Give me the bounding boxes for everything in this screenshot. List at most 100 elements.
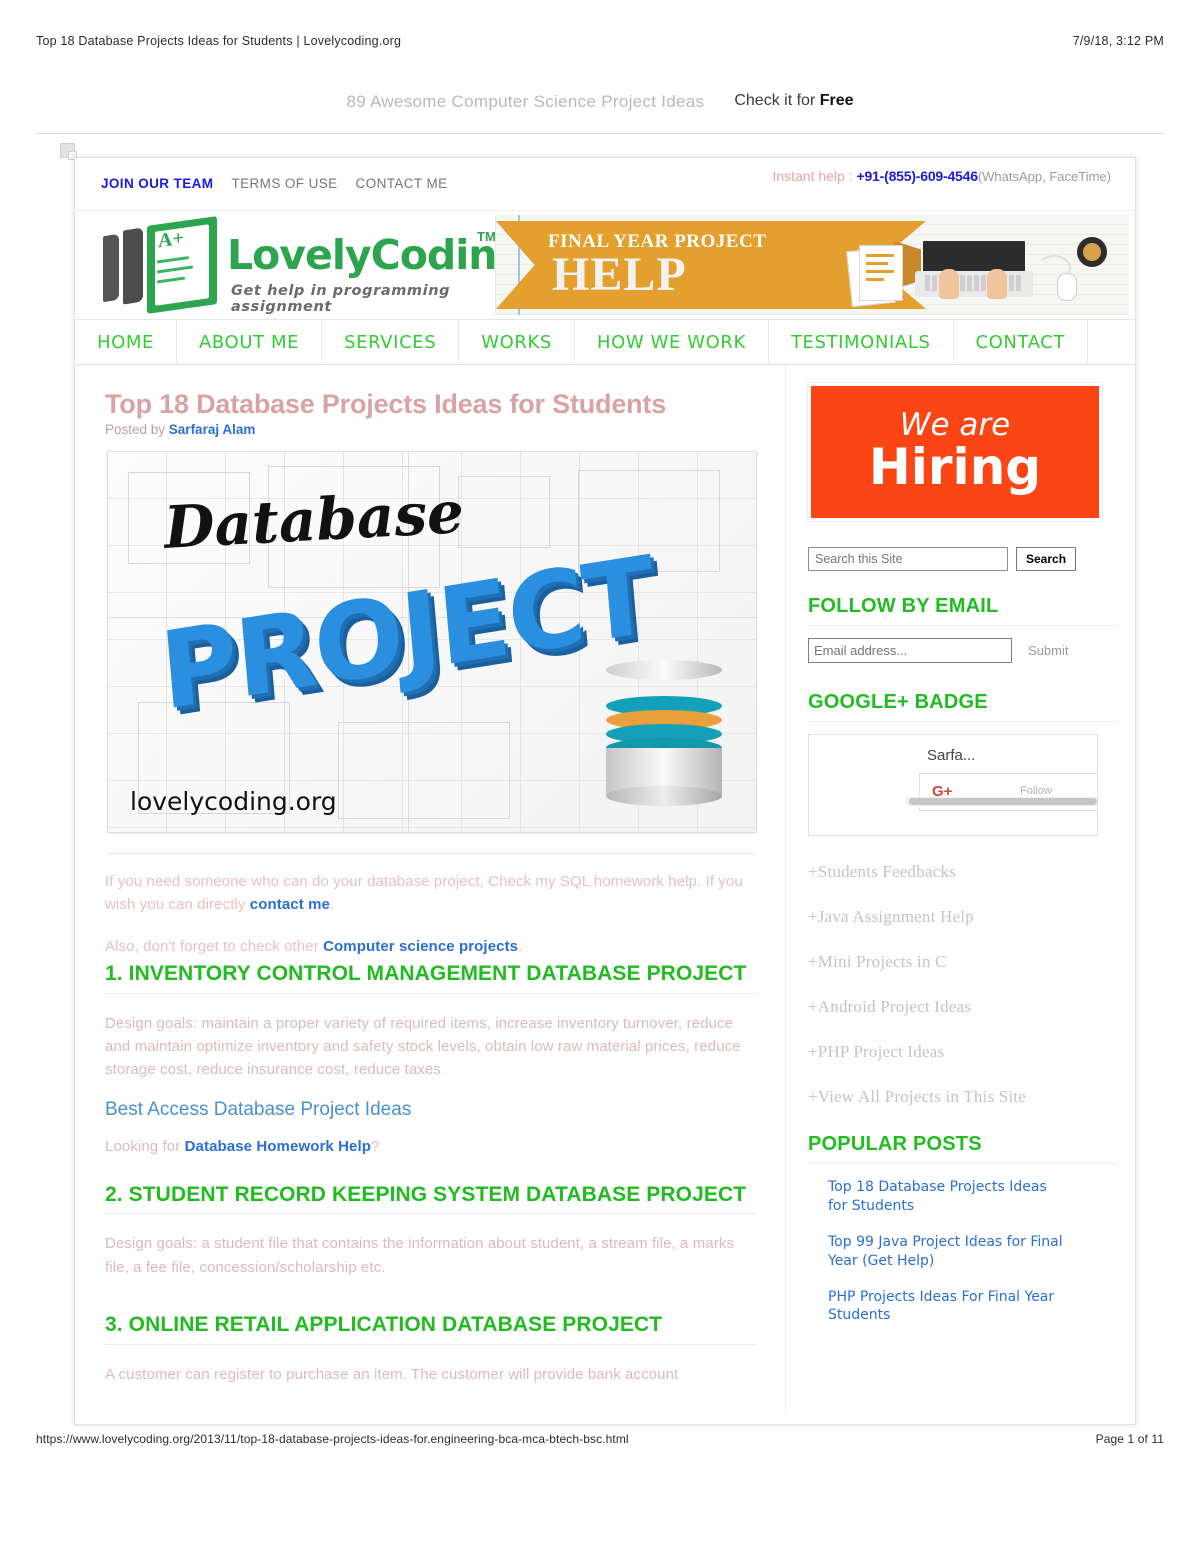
nav-spacer — [1088, 320, 1135, 364]
google-plus-badge-widget[interactable]: Sarfa... G+ Follow — [808, 734, 1098, 836]
section-body-3: A customer can register to purchase an i… — [105, 1365, 679, 1383]
category-link-view-all-projects[interactable]: +View All Projects in This Site — [808, 1087, 1117, 1107]
promo-cta-prefix: Check it for — [734, 92, 820, 109]
promo-divider — [36, 133, 1164, 134]
hiring-line-1: We are — [899, 407, 1011, 444]
database-cylinder-icon — [606, 660, 722, 810]
documents-icon — [846, 243, 907, 308]
promo-strip: 89 Awesome Computer Science Project Idea… — [0, 92, 1200, 132]
byline-label: Posted by — [105, 422, 169, 437]
google-plus-follow-button[interactable]: Follow — [1020, 785, 1052, 797]
section-body-2: Design goals: a student file that contai… — [105, 1235, 735, 1276]
utility-link-join-our-team[interactable]: JOIN OUR TEAM — [101, 176, 213, 191]
popular-posts-title: POPULAR POSTS — [808, 1133, 1117, 1164]
google-plus-badge-title: GOOGLE+ BADGE — [808, 691, 1117, 722]
instant-help-number[interactable]: +91-(855)-609-4546 — [857, 168, 979, 184]
category-link-students-feedbacks[interactable]: +Students Feedbacks — [808, 862, 1117, 882]
database-homework-help-link[interactable]: Database Homework Help — [185, 1138, 371, 1155]
scrollbar-thumb[interactable] — [909, 798, 1097, 805]
promo-text: 89 Awesome Computer Science Project Idea… — [346, 92, 705, 111]
page-thumbnail-icon — [60, 143, 77, 160]
utility-links: JOIN OUR TEAM TERMS OF USE CONTACT ME — [101, 176, 448, 191]
print-footer-page: Page 1 of 11 — [1095, 1432, 1164, 1446]
search-input[interactable] — [808, 547, 1008, 571]
utility-link-contact-me[interactable]: CONTACT ME — [356, 176, 448, 191]
hiring-line-2: Hiring — [868, 438, 1042, 497]
google-plus-profile-name: Sarfa... — [927, 747, 976, 764]
mouse-icon — [1057, 273, 1077, 301]
page-title: Top 18 Database Projects Ideas for Stude… — [105, 389, 667, 419]
intro-paragraph-1: If you need someone who can do your data… — [105, 870, 757, 917]
hero-watermark: lovelycoding.org — [130, 787, 337, 816]
coffee-cup-icon — [1077, 237, 1107, 267]
print-footer: https://www.lovelycoding.org/2013/11/top… — [0, 1428, 1200, 1450]
print-header-title: Top 18 Database Projects Ideas for Stude… — [36, 34, 402, 48]
nav-item-services[interactable]: SERVICES — [322, 320, 460, 364]
nav-item-home[interactable]: HOME — [75, 320, 178, 364]
category-links-list: +Students Feedbacks +Java Assignment Hel… — [808, 862, 1117, 1107]
instant-help-label: Instant help : — [772, 168, 857, 184]
we-are-hiring-banner[interactable]: We are Hiring — [808, 383, 1102, 521]
popular-posts-list: Top 18 Database Projects Ideas for Stude… — [828, 1178, 1117, 1325]
print-footer-url: https://www.lovelycoding.org/2013/11/top… — [36, 1432, 629, 1446]
section-subheading-1[interactable]: Best Access Database Project Ideas — [105, 1099, 757, 1121]
section-heading-1: 1. INVENTORY CONTROL MANAGEMENT DATABASE… — [105, 962, 757, 994]
section-heading-3: 3. ONLINE RETAIL APPLICATION DATABASE PR… — [105, 1313, 757, 1345]
popular-post-link-1[interactable]: Top 18 Database Projects Ideas for Stude… — [828, 1178, 1068, 1216]
computer-science-projects-link[interactable]: Computer science projects — [323, 938, 518, 955]
intro-2-text-b: . — [518, 937, 523, 955]
print-header-timestamp: 7/9/18, 3:12 PM — [1072, 34, 1164, 48]
instant-help-note: (WhatsApp, FaceTime) — [977, 169, 1111, 184]
intro-1-text-a: If you need someone who can do your data… — [105, 873, 743, 914]
post-byline: Posted by Sarfaraj Alam — [105, 422, 757, 437]
article-column: Top 18 Database Projects Ideas for Stude… — [75, 365, 785, 1411]
follow-by-email-title: FOLLOW BY EMAIL — [808, 595, 1117, 626]
popular-post-link-2[interactable]: Top 99 Java Project Ideas for Final Year… — [828, 1233, 1068, 1271]
logo-book-front-icon: A+ — [147, 216, 217, 314]
section-body-1: Design goals: maintain a proper variety … — [105, 1014, 741, 1079]
section-heading-2: 2. STUDENT RECORD KEEPING SYSTEM DATABAS… — [105, 1183, 757, 1215]
category-link-mini-projects-in-c[interactable]: +Mini Projects in C — [808, 952, 1117, 972]
promo-cta-strong: Free — [819, 92, 854, 109]
final-year-project-help-banner[interactable]: FINAL YEAR PROJECT HELP — [495, 215, 1129, 315]
logo-book-back-icon — [103, 233, 119, 303]
content-columns: Top 18 Database Projects Ideas for Stude… — [75, 365, 1135, 1411]
intro-paragraph-2: Also, don't forget to check other Comput… — [105, 935, 757, 958]
intro-2-text-a: Also, don't forget to check other — [105, 937, 324, 955]
nav-item-how-we-work[interactable]: HOW WE WORK — [575, 320, 769, 364]
category-link-java-assignment-help[interactable]: +Java Assignment Help — [808, 907, 1117, 927]
site-search: Search — [808, 547, 1117, 571]
nav-item-contact[interactable]: CONTACT — [954, 320, 1089, 364]
looking-prefix: Looking for — [105, 1138, 185, 1156]
popular-post-link-3[interactable]: PHP Projects Ideas For Final Year Studen… — [828, 1288, 1068, 1326]
logo-tagline: Get help in programming assignment — [231, 283, 451, 315]
category-link-android-project-ideas[interactable]: +Android Project Ideas — [808, 997, 1117, 1017]
nav-item-about-me[interactable]: ABOUT ME — [177, 320, 323, 364]
category-link-php-project-ideas[interactable]: +PHP Project Ideas — [808, 1042, 1117, 1062]
post-featured-image: Database PROJECT lovelycoding.org — [107, 451, 757, 833]
content-divider — [107, 853, 755, 854]
utility-bar: JOIN OUR TEAM TERMS OF USE CONTACT ME In… — [75, 158, 1135, 211]
brand-row: A+ LovelyCoding TM Get help in programmi… — [75, 211, 1135, 319]
print-header: Top 18 Database Projects Ideas for Stude… — [0, 30, 1200, 52]
intro-1-text-b: . — [329, 896, 335, 914]
nav-item-works[interactable]: WORKS — [459, 320, 575, 364]
email-submit-button[interactable]: Submit — [1028, 643, 1068, 658]
badge-horizontal-scrollbar[interactable] — [905, 797, 1097, 806]
site-logo[interactable]: A+ LovelyCoding TM Get help in programmi… — [95, 215, 526, 315]
search-button[interactable]: Search — [1016, 547, 1077, 571]
looking-for-paragraph: Looking for Database Homework Help? — [105, 1135, 757, 1158]
utility-link-terms-of-use[interactable]: TERMS OF USE — [231, 176, 337, 191]
promo-cta[interactable]: Check it for Free — [734, 92, 853, 110]
sidebar-column: We are Hiring Search FOLLOW BY EMAIL Sub… — [785, 365, 1135, 1411]
logo-grade-label: A+ — [158, 226, 184, 253]
follow-by-email-form: Submit — [808, 638, 1117, 663]
contact-me-link[interactable]: contact me — [250, 896, 330, 913]
laptop-icon — [915, 239, 1033, 301]
email-field[interactable] — [808, 638, 1012, 663]
looking-suffix: ? — [371, 1138, 380, 1156]
nav-item-testimonials[interactable]: TESTIMONIALS — [769, 320, 954, 364]
main-navigation: HOME ABOUT ME SERVICES WORKS HOW WE WORK… — [75, 319, 1135, 365]
site-frame: JOIN OUR TEAM TERMS OF USE CONTACT ME In… — [74, 157, 1136, 1425]
byline-author-link[interactable]: Sarfaraj Alam — [169, 422, 256, 437]
